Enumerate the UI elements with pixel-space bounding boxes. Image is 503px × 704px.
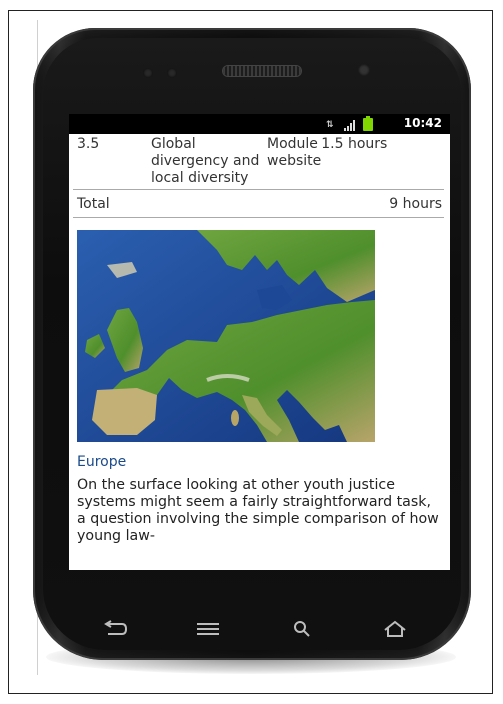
europe-map-graphic: [77, 230, 375, 442]
status-time: 10:42: [403, 116, 442, 130]
back-icon: [104, 620, 128, 635]
table-row: 3.5 Global divergency and local diversit…: [73, 134, 444, 190]
menu-button[interactable]: [188, 614, 228, 644]
search-button[interactable]: [282, 614, 322, 644]
map-of-europe-image[interactable]: [77, 230, 375, 442]
front-camera: [358, 64, 370, 76]
network-activity-icon: ⇅: [326, 120, 334, 130]
status-bar: ⇅ 10:42: [69, 114, 450, 134]
module-type: Module website: [267, 136, 322, 169]
total-label: Total: [73, 189, 322, 218]
proximity-sensor: [143, 68, 153, 78]
light-sensor: [167, 68, 177, 78]
total-row: Total 9 hours: [73, 189, 444, 218]
study-time-table: 3.5 Global divergency and local diversit…: [73, 134, 444, 218]
phone-device: ⇅ 10:42 3.5 Global divergency and local …: [33, 28, 471, 660]
page-content: 3.5 Global divergency and local diversit…: [69, 134, 450, 545]
home-icon: [384, 620, 406, 637]
android-nav-bar: [95, 613, 415, 645]
total-value: 9 hours: [321, 189, 444, 218]
battery-charging-icon: [363, 116, 373, 131]
map-caption[interactable]: Europe: [77, 454, 444, 471]
body-paragraph: On the surface looking at other youth ju…: [77, 477, 439, 544]
module-topic: Global divergency and local diversity: [151, 136, 260, 186]
signal-bars-icon: [344, 120, 355, 131]
back-button[interactable]: [95, 614, 135, 644]
menu-icon: [197, 623, 220, 635]
module-time: 1.5 hours: [321, 136, 388, 152]
module-number: 3.5: [77, 136, 100, 152]
earpiece-speaker: [223, 66, 301, 76]
phone-screen[interactable]: ⇅ 10:42 3.5 Global divergency and local …: [69, 114, 450, 570]
home-button[interactable]: [375, 614, 415, 644]
search-icon: [293, 621, 310, 637]
